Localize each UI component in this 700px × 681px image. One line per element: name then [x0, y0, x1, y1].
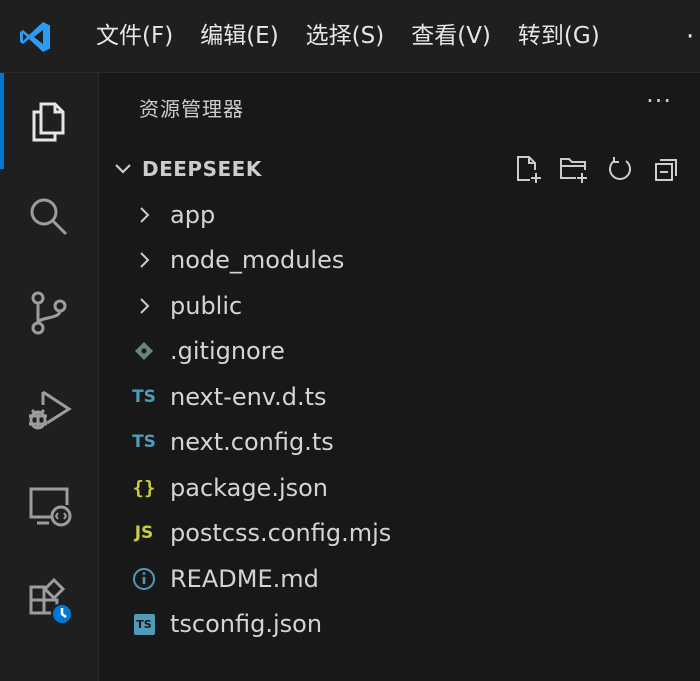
tree-item-label: node_modules: [170, 246, 345, 275]
tree-file-gitignore[interactable]: .gitignore: [99, 329, 700, 375]
tree-item-label: public: [170, 291, 243, 320]
tsconfig-badge: TS: [133, 613, 155, 635]
menu-edit[interactable]: 编辑(E): [192, 0, 286, 72]
chevron-right-icon: [129, 245, 159, 275]
menu-file[interactable]: 文件(F): [88, 0, 181, 72]
activity-remote-explorer[interactable]: [0, 457, 98, 553]
vscode-logo-icon[interactable]: [18, 20, 52, 54]
workspace-section-header[interactable]: DEEPSEEK: [99, 151, 700, 187]
tree-file-next-env[interactable]: TS next-env.d.ts: [99, 374, 700, 420]
remote-explorer-icon: [29, 487, 72, 527]
activity-search[interactable]: [0, 169, 98, 265]
activity-source-control[interactable]: [0, 265, 98, 361]
tree-item-label: postcss.config.mjs: [170, 519, 392, 548]
chevron-right-icon: [129, 200, 159, 230]
activity-run-debug[interactable]: [0, 361, 98, 457]
explorer-panel: 资源管理器 ··· DEEPSEEK app node_modules publ…: [99, 73, 700, 681]
tree-item-label: README.md: [170, 564, 319, 593]
collapse-all-icon[interactable]: [650, 153, 682, 185]
javascript-icon: JS: [134, 523, 154, 544]
search-icon: [30, 198, 68, 236]
activity-extensions[interactable]: [0, 553, 98, 649]
title-bar: 文件(F) 编辑(E) 选择(S) 查看(V) 转到(G) ·: [0, 0, 700, 73]
new-folder-icon[interactable]: [558, 153, 590, 185]
tree-file-tsconfig[interactable]: TS tsconfig.json: [99, 602, 700, 648]
explorer-icon: [32, 102, 65, 142]
source-control-icon: [31, 291, 67, 335]
file-tree: app node_modules public .gitignore TS ne…: [99, 192, 700, 647]
tree-item-label: .gitignore: [170, 337, 285, 366]
git-icon: [129, 336, 159, 366]
menu-bar: 文件(F) 编辑(E) 选择(S) 查看(V) 转到(G): [88, 0, 619, 72]
activity-explorer[interactable]: [0, 73, 98, 169]
workspace-title: DEEPSEEK: [142, 157, 262, 181]
tree-item-label: next.config.ts: [170, 428, 334, 457]
tree-folder-node-modules[interactable]: node_modules: [99, 238, 700, 284]
info-icon: [129, 564, 159, 594]
panel-title: 资源管理器: [139, 97, 244, 121]
typescript-icon: TS: [132, 432, 156, 453]
menu-view[interactable]: 查看(V): [403, 0, 499, 72]
refresh-icon[interactable]: [604, 153, 636, 185]
tree-item-label: next-env.d.ts: [170, 382, 327, 411]
chevron-down-icon: [115, 164, 131, 174]
tsconfig-icon: TS: [129, 609, 159, 639]
typescript-icon: TS: [132, 386, 156, 407]
section-actions: [512, 153, 682, 185]
tree-folder-app[interactable]: app: [99, 192, 700, 238]
run-debug-icon: [29, 390, 72, 430]
panel-more-actions[interactable]: ···: [646, 87, 672, 115]
tree-item-label: app: [170, 200, 216, 229]
tree-file-postcss-config[interactable]: JS postcss.config.mjs: [99, 511, 700, 557]
tree-file-next-config[interactable]: TS next.config.ts: [99, 420, 700, 466]
new-file-icon[interactable]: [512, 153, 544, 185]
tree-folder-public[interactable]: public: [99, 283, 700, 329]
menu-overflow[interactable]: ·: [686, 22, 694, 52]
chevron-right-icon: [129, 291, 159, 321]
tree-file-package-json[interactable]: {} package.json: [99, 465, 700, 511]
tree-item-label: tsconfig.json: [170, 610, 323, 639]
json-icon: {}: [132, 476, 156, 499]
tree-item-label: package.json: [170, 473, 329, 502]
menu-go[interactable]: 转到(G): [510, 0, 608, 72]
activity-bar: [0, 73, 99, 681]
menu-selection[interactable]: 选择(S): [298, 0, 393, 72]
extensions-icon: [29, 577, 73, 625]
tree-file-readme[interactable]: README.md: [99, 556, 700, 602]
